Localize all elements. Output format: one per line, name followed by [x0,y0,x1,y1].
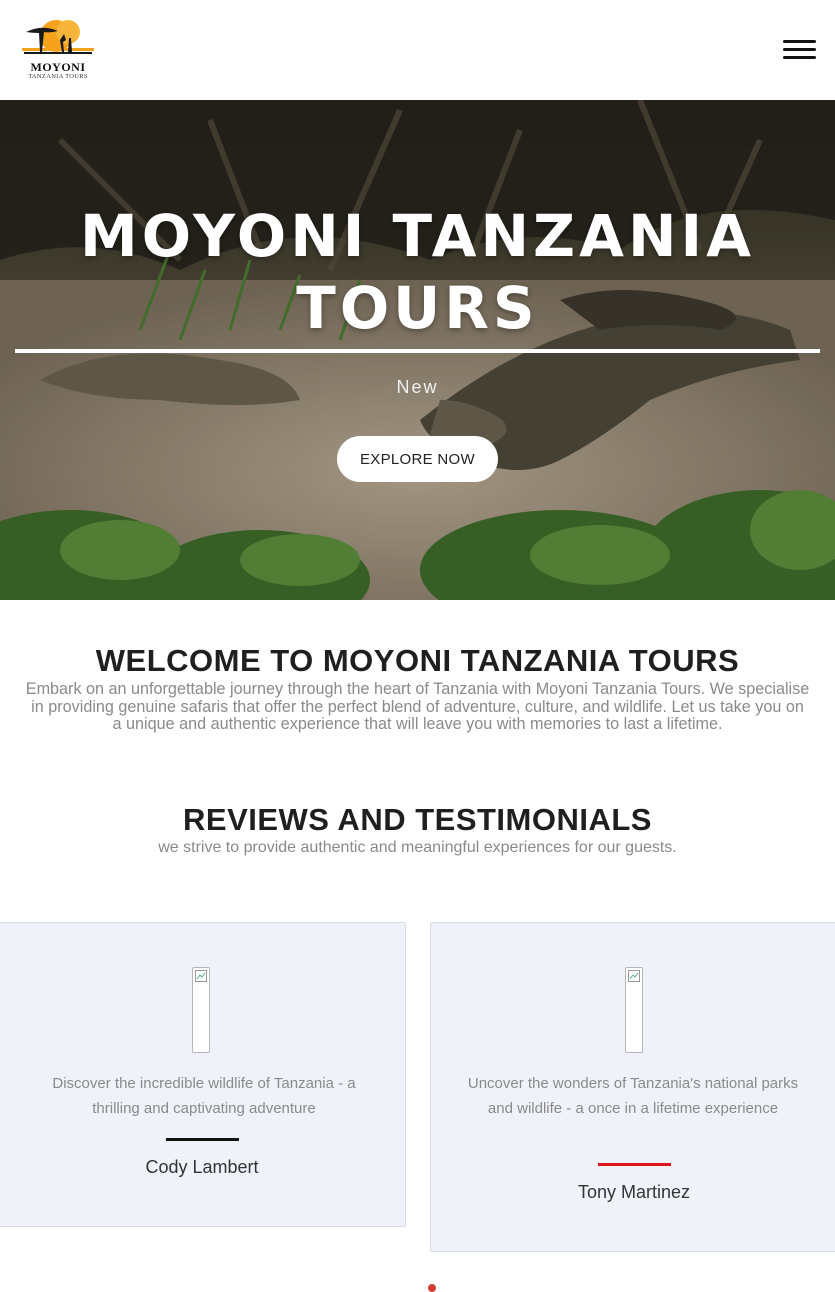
logo-tagline: TANZANIA TOURS [28,73,88,80]
reviewer-avatar [625,967,643,1053]
hero-title: MOYONI TANZANIA TOURS [80,202,755,342]
testimonial-text: Uncover the wonders of Tanzania's nation… [467,1075,799,1117]
brand-logo[interactable]: MOYONI TANZANIA TOURS [22,18,94,82]
testimonial-divider [166,1138,239,1141]
reviews-heading: REVIEWS AND TESTIMONIALS [183,802,652,837]
scroll-indicator-dot [428,1284,436,1292]
hero-divider [15,349,820,353]
welcome-paragraph: Embark on an unforgettable journey throu… [25,680,810,733]
testimonial-card: Uncover the wonders of Tanzania's nation… [430,922,835,1252]
sunset-acacia-icon [22,20,94,54]
broken-image-icon [195,970,207,982]
welcome-heading: WELCOME TO MOYONI TANZANIA TOURS [95,643,740,678]
hero-subtitle: New [396,377,439,397]
reviewer-name: Tony Martinez [577,1182,691,1202]
testimonial-divider [598,1163,671,1166]
reviews-subtitle: we strive to provide authentic and meani… [158,839,677,856]
reviewer-name: Cody Lambert [145,1157,259,1177]
testimonial-text: Discover the incredible wildlife of Tanz… [52,1075,356,1117]
broken-image-icon [628,970,640,982]
hero-section: MOYONI TANZANIA TOURS New EXPLORE NOW [0,100,835,600]
hamburger-menu-icon[interactable] [783,40,817,62]
reviewer-avatar [192,967,210,1053]
site-header: MOYONI TANZANIA TOURS [0,0,835,100]
explore-now-button[interactable]: EXPLORE NOW [337,436,498,482]
testimonial-card: Discover the incredible wildlife of Tanz… [0,922,406,1227]
